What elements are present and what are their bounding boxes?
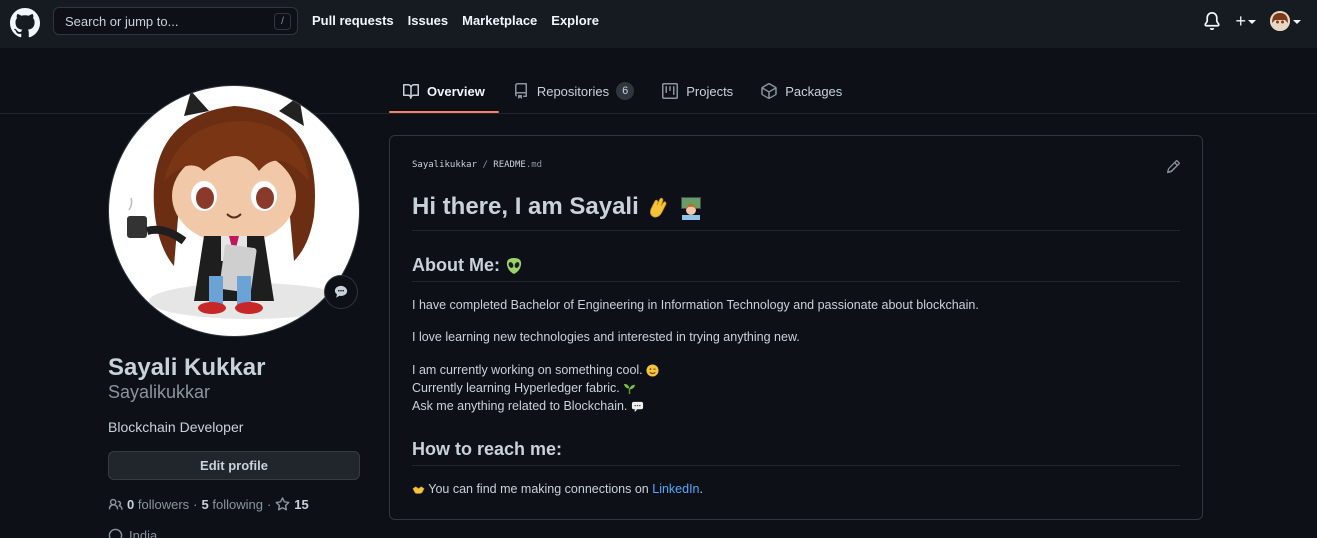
- book-icon: [403, 83, 419, 99]
- profile-tabs: Overview Repositories 6 Projects Package…: [389, 70, 856, 114]
- tab-projects[interactable]: Projects: [648, 70, 747, 112]
- winking-face-icon: [646, 364, 659, 377]
- linkedin-link[interactable]: LinkedIn: [652, 482, 699, 496]
- reach-paragraph: You can find me making connections on Li…: [412, 480, 703, 498]
- followers-count: 0: [127, 497, 135, 512]
- handshake-icon: [412, 486, 425, 495]
- tab-repositories[interactable]: Repositories 6: [499, 70, 648, 112]
- header-actions: +: [1203, 11, 1301, 31]
- about-paragraph-1: I have completed Bachelor of Engineering…: [412, 298, 979, 312]
- github-logo-icon[interactable]: [10, 8, 40, 38]
- following-label: following: [212, 497, 263, 512]
- chevron-down-icon[interactable]: [1248, 20, 1256, 24]
- about-line-1: I am currently working on something cool…: [412, 361, 659, 379]
- separator-dot: ·: [266, 497, 272, 512]
- tab-overview[interactable]: Overview: [389, 70, 499, 113]
- user-avatar-menu[interactable]: [1270, 11, 1290, 31]
- about-line-2-text: Currently learning Hyperledger fabric.: [412, 381, 620, 395]
- about-heading-text: About Me:: [412, 255, 500, 275]
- tab-overview-label: Overview: [427, 83, 485, 99]
- profile-location: India: [108, 528, 157, 538]
- global-header: Search or jump to... / Pull requests Iss…: [0, 0, 1317, 48]
- separator-dot: ·: [193, 497, 198, 512]
- seedling-icon: [624, 384, 636, 395]
- bell-icon[interactable]: [1203, 12, 1221, 30]
- package-icon: [761, 83, 777, 99]
- readme-heading: Hi there, I am Sayali: [412, 192, 1180, 231]
- avatar-small-icon: [1270, 11, 1290, 31]
- tab-repositories-label: Repositories: [536, 83, 610, 99]
- reach-end: .: [699, 482, 703, 496]
- readme-path: Sayalikukkar / README.md: [412, 160, 542, 170]
- readme-file-ext: .md: [525, 160, 543, 170]
- profile-bio: Blockchain Developer: [108, 419, 244, 435]
- set-status-button[interactable]: [324, 275, 358, 309]
- about-line-3: Ask me anything related to Blockchain.: [412, 397, 644, 415]
- about-line-3-text: Ask me anything related to Blockchain.: [412, 399, 628, 413]
- waving-hand-icon: [650, 197, 667, 218]
- speech-bubble-icon: [334, 285, 348, 298]
- followers-link[interactable]: 0 followers: [127, 497, 189, 512]
- readme-file-link[interactable]: README.md: [493, 160, 542, 170]
- nav-pull-requests[interactable]: Pull requests: [312, 13, 394, 29]
- readme-heading-text: Hi there, I am Sayali: [412, 193, 639, 220]
- edit-profile-button[interactable]: Edit profile: [108, 451, 360, 480]
- readme-file-name: README: [493, 160, 526, 170]
- about-paragraph-2: I love learning new technologies and int…: [412, 330, 800, 344]
- readme-panel: Sayalikukkar / README.md Hi there, I am …: [389, 135, 1203, 520]
- search-shortcut-badge: /: [274, 13, 291, 30]
- followers-label: followers: [137, 497, 190, 512]
- avatar-chevron-down-icon[interactable]: [1293, 20, 1301, 24]
- about-heading: About Me:: [412, 254, 1180, 282]
- nav-marketplace[interactable]: Marketplace: [462, 13, 537, 29]
- location-icon: [108, 528, 123, 538]
- star-icon: [275, 497, 290, 511]
- people-icon: [108, 498, 123, 510]
- tab-projects-label: Projects: [686, 83, 734, 99]
- reach-text: You can find me making connections on: [428, 482, 649, 496]
- readme-path-separator: /: [482, 160, 488, 170]
- tab-packages[interactable]: Packages: [747, 70, 856, 112]
- about-line-2: Currently learning Hyperledger fabric.: [412, 379, 636, 397]
- following-link[interactable]: 5 following: [202, 497, 263, 512]
- profile-full-name: Sayali Kukkar: [108, 354, 266, 381]
- about-line-1-text: I am currently working on something cool…: [412, 363, 643, 377]
- alien-icon: [506, 258, 522, 275]
- search-placeholder: Search or jump to...: [65, 13, 179, 29]
- follow-stats: 0 followers · 5 following · 15: [108, 497, 309, 512]
- nav-issues[interactable]: Issues: [408, 13, 448, 29]
- repo-icon: [514, 83, 527, 99]
- tab-packages-label: Packages: [785, 83, 843, 99]
- main-nav: Pull requests Issues Marketplace Explore: [312, 13, 613, 29]
- profile-username: Sayalikukkar: [108, 382, 211, 402]
- technologist-icon: [681, 196, 702, 220]
- create-new-icon[interactable]: +: [1235, 12, 1246, 30]
- project-icon: [662, 83, 679, 99]
- profile-location-text: India: [129, 528, 158, 538]
- repositories-count-badge: 6: [616, 82, 635, 100]
- profile-avatar[interactable]: [108, 85, 360, 337]
- speech-balloon-icon: [631, 402, 643, 413]
- reach-heading: How to reach me:: [412, 438, 1180, 466]
- nav-explore[interactable]: Explore: [551, 13, 599, 29]
- search-input[interactable]: Search or jump to... /: [53, 7, 298, 35]
- octocat-avatar-icon: [127, 91, 349, 319]
- following-count: 5: [201, 497, 209, 512]
- stars-count[interactable]: 15: [294, 497, 308, 512]
- readme-owner-link[interactable]: Sayalikukkar: [412, 160, 477, 170]
- pencil-icon[interactable]: [1166, 160, 1180, 174]
